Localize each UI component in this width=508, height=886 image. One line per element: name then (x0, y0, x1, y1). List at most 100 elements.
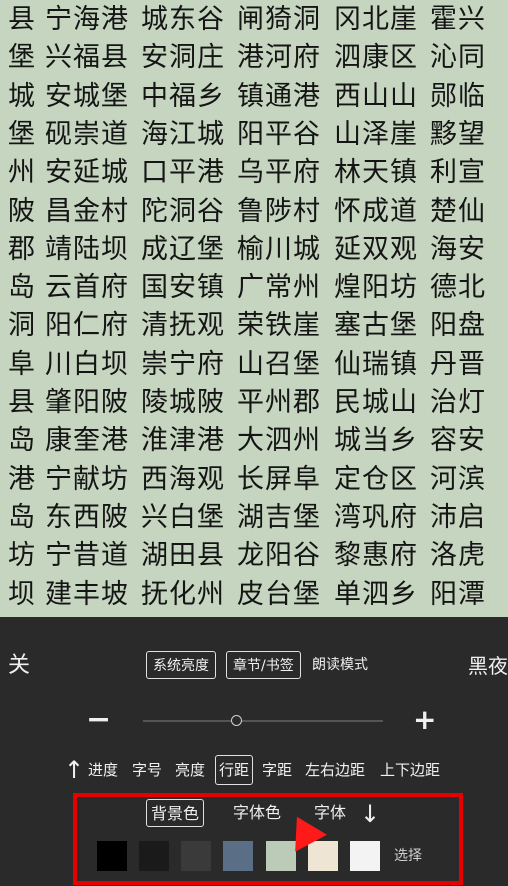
tab-background-color[interactable]: 背景色 (146, 799, 205, 827)
text-word: 兴白堡 (141, 501, 225, 533)
reader-text-area[interactable]: 县宁海港 城东谷 闸猗洞 冈北崖 霍兴堡兴福县 安洞庄 港河府 泗康区 沁同城安城堡 中福乡 镇通港… (0, 0, 508, 617)
tab-line-spacing[interactable]: 行距 (215, 755, 254, 785)
text-word: 皮台堡 (237, 578, 321, 610)
tab-letter-spacing[interactable]: 字距 (262, 755, 292, 785)
text-line: 坊宁昔道 湖田县 龙阳谷 黎惠府 洛虎 (0, 537, 508, 575)
text-word: 国安镇 (141, 272, 225, 304)
panel-top-row: 关 系统亮度 章节/书签 朗读模式 黑夜 (0, 649, 508, 683)
text-word: 淮津港 (141, 425, 225, 457)
text-word: 康奎港 (45, 425, 129, 457)
text-word: 榆川城 (237, 233, 321, 265)
text-word: 沛启 (430, 501, 486, 533)
text-word: 城当乡 (334, 425, 418, 457)
text-word: 平州郡 (237, 387, 321, 418)
close-button[interactable]: 关 (8, 649, 30, 683)
text-word: 河滨 (430, 463, 486, 495)
text-word: 清抚观 (141, 310, 225, 342)
text-word: 港 (8, 463, 36, 495)
text-line: 州安延城 口平港 乌平府 林天镇 利宣 (0, 154, 508, 192)
text-word: 中福乡 (141, 80, 225, 112)
text-word: 黎惠府 (334, 540, 418, 572)
text-word: 砚崇道 (45, 118, 129, 150)
text-word: 口平港 (141, 157, 225, 189)
text-line: 郡靖陆坝 成辽堡 榆川城 延双观 海安 (0, 231, 508, 269)
swatch-cream[interactable] (308, 841, 338, 871)
text-word: 利宣 (430, 157, 486, 189)
text-word: 楚仙 (430, 195, 486, 227)
text-word: 德北 (430, 272, 486, 304)
arrow-down-icon[interactable]: ↓ (360, 799, 380, 829)
text-word: 县 (8, 4, 36, 35)
tab-font-color[interactable]: 字体色 (233, 799, 281, 827)
text-word: 州 (8, 157, 36, 189)
slider-thumb[interactable] (231, 715, 242, 726)
text-word: 城 (8, 80, 36, 112)
text-word: 县 (8, 387, 36, 418)
choose-color-button[interactable]: 选择 (391, 841, 425, 871)
text-word: 荣铁崖 (237, 310, 321, 342)
text-word: 洛虎 (430, 540, 486, 572)
text-word: 建丰坡 (45, 578, 129, 610)
swatch-slate-blue[interactable] (223, 841, 253, 871)
text-word: 鲁陟村 (237, 195, 321, 227)
text-word: 塞古堡 (334, 310, 418, 342)
text-word: 阳仁府 (45, 310, 129, 342)
text-word: 阜 (8, 348, 36, 380)
text-word: 沁同 (430, 42, 486, 74)
text-word: 丹晋 (430, 348, 486, 380)
text-word: 西山山 (334, 80, 418, 112)
tab-brightness[interactable]: 亮度 (175, 755, 205, 785)
text-word: 陀洞谷 (141, 195, 225, 227)
text-word: 广常州 (237, 272, 321, 304)
reader-settings-panel: 关 系统亮度 章节/书签 朗读模式 黑夜 − + ↑ 进度 字号 亮度 行距 字… (0, 617, 508, 886)
tab-font-size[interactable]: 字号 (132, 755, 162, 785)
text-word: 靖陆坝 (45, 233, 129, 265)
swatch-white[interactable] (350, 841, 380, 871)
text-word: 成辽堡 (141, 233, 225, 265)
text-word: 定仓区 (334, 463, 418, 495)
text-word: 湾巩府 (334, 501, 418, 533)
text-line: 城安城堡 中福乡 镇通港 西山山 郧临 (0, 78, 508, 116)
tab-horizontal-margin[interactable]: 左右边距 (305, 755, 365, 785)
text-word: 镇通港 (237, 80, 321, 112)
swatch-gray[interactable] (181, 841, 211, 871)
text-word: 云首府 (45, 272, 129, 304)
text-word: 抚化州 (141, 578, 225, 610)
text-word: 阳平谷 (237, 118, 321, 150)
increase-button[interactable]: + (413, 705, 436, 735)
text-word: 阳潭 (430, 578, 486, 610)
text-word: 洞 (8, 310, 36, 342)
text-word: 闸猗洞 (237, 4, 321, 35)
text-word: 冈北崖 (334, 4, 418, 35)
text-word: 民城山 (334, 387, 418, 418)
text-word: 湖田县 (141, 540, 225, 572)
text-word: 西海观 (141, 463, 225, 495)
slider-track[interactable] (143, 720, 383, 722)
tab-progress[interactable]: 进度 (88, 755, 118, 785)
swatch-black[interactable] (97, 841, 127, 871)
chapter-bookmark-button[interactable]: 章节/书签 (226, 651, 301, 679)
read-mode-button[interactable]: 朗读模式 (312, 651, 368, 679)
text-word: 安延城 (45, 157, 129, 189)
tab-vertical-margin[interactable]: 上下边距 (380, 755, 440, 785)
text-word: 陂 (8, 195, 36, 227)
text-word: 岛 (8, 425, 36, 457)
text-word: 长屏阜 (237, 463, 321, 495)
text-word: 湖吉堡 (237, 501, 321, 533)
text-word: 容安 (430, 425, 486, 457)
swatch-dark-gray[interactable] (139, 841, 169, 871)
text-line: 堡兴福县 安洞庄 港河府 泗康区 沁同 (0, 39, 508, 77)
text-word: 昌金村 (45, 195, 129, 227)
text-line: 阜川白坝 崇宁府 山召堡 仙瑞镇 丹晋 (0, 346, 508, 384)
decrease-button[interactable]: − (86, 705, 111, 735)
text-word: 泗康区 (334, 42, 418, 74)
system-brightness-button[interactable]: 系统亮度 (146, 651, 216, 679)
text-line: 陂昌金村 陀洞谷 鲁陟村 怀成道 楚仙 (0, 193, 508, 231)
text-word: 安洞庄 (141, 42, 225, 74)
arrow-up-icon[interactable]: ↑ (64, 755, 84, 785)
night-mode-button[interactable]: 黑夜 (468, 649, 508, 683)
text-line: 洞阳仁府 清抚观 荣铁崖 塞古堡 阳盘 (0, 307, 508, 345)
text-word: 岛 (8, 501, 36, 533)
text-line: 港宁献坊 西海观 长屏阜 定仓区 河滨 (0, 461, 508, 499)
text-word: 山泽崖 (334, 118, 418, 150)
